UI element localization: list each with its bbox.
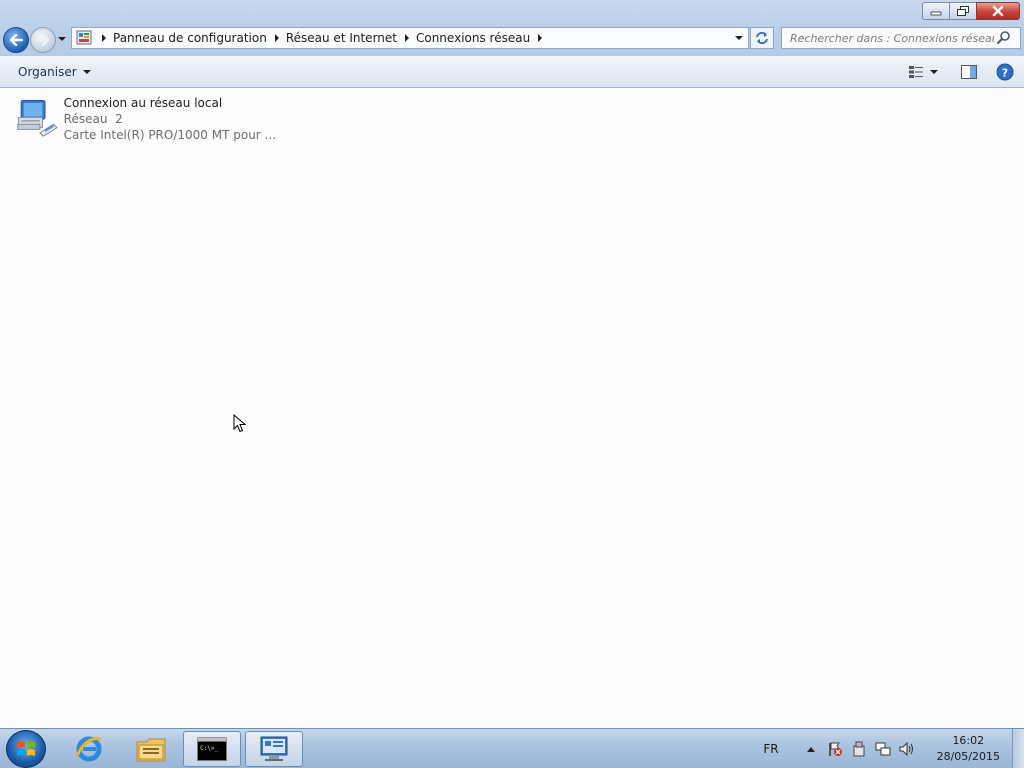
start-button[interactable] (6, 730, 46, 768)
help-icon: ? (996, 63, 1014, 81)
chevron-down-icon (82, 70, 91, 74)
restore-icon (957, 5, 969, 16)
breadcrumb-separator[interactable] (404, 34, 409, 42)
network-status-icon (875, 742, 891, 756)
organize-button[interactable]: Organiser (12, 61, 97, 83)
close-icon (992, 5, 1004, 17)
minimize-icon (930, 11, 942, 16)
taskbar-file-explorer[interactable] (122, 731, 180, 767)
windows-logo-icon (17, 741, 35, 756)
network-connections-list: Connexion au réseau local Réseau 2 Carte… (0, 89, 1024, 727)
restore-button[interactable] (949, 2, 977, 20)
network-adapter-icon (17, 99, 58, 137)
breadcrumb-network-internet[interactable]: Réseau et Internet (286, 31, 397, 45)
taskbar-internet-explorer[interactable] (60, 731, 118, 767)
preview-pane-button[interactable] (956, 61, 982, 83)
caption-buttons (922, 2, 1020, 20)
search-input[interactable] (782, 31, 994, 45)
control-panel-icon (76, 30, 92, 45)
network-status-tray[interactable] (874, 740, 892, 758)
back-button[interactable] (3, 27, 29, 53)
forward-arrow-icon (36, 34, 50, 46)
connection-network: Réseau 2 (63, 112, 123, 126)
search-icon[interactable] (996, 30, 1012, 46)
change-view-button[interactable] (908, 65, 938, 79)
chevron-up-icon (806, 747, 815, 752)
minimize-button[interactable] (922, 2, 950, 20)
show-desktop-button[interactable] (1012, 729, 1024, 768)
speaker-icon (899, 741, 913, 757)
action-center-tray[interactable] (826, 740, 844, 758)
list-item-text: Connexion au réseau local Réseau 2 Carte… (64, 95, 276, 145)
svg-text:?: ? (1002, 67, 1008, 80)
clock-date: 28/05/2015 (936, 750, 1000, 763)
svg-text:C:\>_: C:\>_ (200, 745, 218, 752)
system-clock[interactable]: 16:02 28/05/2015 (937, 733, 1000, 765)
views-icon (909, 66, 923, 78)
clock-time: 16:02 (952, 734, 985, 747)
title-bar (0, 0, 1024, 24)
refresh-icon (756, 32, 768, 44)
forward-button[interactable] (30, 27, 56, 53)
usb-device-icon (853, 741, 865, 757)
breadcrumb-separator[interactable] (102, 34, 106, 42)
connection-name: Connexion au réseau local (63, 96, 223, 110)
mouse-cursor-icon (233, 414, 247, 433)
chevron-down-icon (930, 70, 938, 74)
breadcrumb-network-connections[interactable]: Connexions réseau (416, 31, 530, 45)
connection-adapter: Carte Intel(R) PRO/1000 MT pour ... (63, 128, 276, 142)
help-button[interactable]: ? (992, 61, 1018, 83)
recent-pages-dropdown[interactable] (58, 37, 66, 41)
breadcrumb-separator[interactable] (538, 34, 543, 42)
show-hidden-icons-button[interactable] (802, 740, 820, 758)
taskbar: C:\>_ FR 16:02 28/05/2015 (0, 728, 1024, 768)
volume-tray[interactable] (898, 740, 916, 758)
action-center-flag-icon (828, 742, 842, 756)
file-explorer-icon (136, 738, 166, 762)
network-connections-icon (260, 736, 288, 761)
taskbar-network-connections[interactable] (245, 731, 303, 767)
organize-label: Organiser (18, 65, 77, 79)
chevron-down-icon (735, 36, 743, 40)
search-box (781, 27, 1021, 49)
language-indicator[interactable]: FR (763, 742, 778, 756)
close-button[interactable] (976, 2, 1020, 20)
refresh-button[interactable] (750, 27, 774, 49)
chevron-down-icon (58, 37, 66, 41)
address-bar[interactable]: Panneau de configuration Réseau et Inter… (71, 27, 749, 49)
back-arrow-icon (9, 34, 23, 46)
safely-remove-hardware-tray[interactable] (850, 740, 868, 758)
command-prompt-icon: C:\>_ (197, 737, 227, 761)
preview-pane-icon (961, 65, 977, 79)
notification-area: FR 16:02 28/05/2015 (763, 729, 1024, 768)
command-bar: Organiser ? (0, 56, 1024, 88)
breadcrumb-control-panel[interactable]: Panneau de configuration (113, 31, 267, 45)
internet-explorer-icon (75, 736, 102, 762)
taskbar-command-prompt[interactable]: C:\>_ (183, 731, 241, 767)
address-history-dropdown[interactable] (730, 28, 748, 48)
breadcrumb-separator[interactable] (274, 34, 279, 42)
list-item[interactable]: Connexion au réseau local Réseau 2 Carte… (16, 95, 276, 145)
